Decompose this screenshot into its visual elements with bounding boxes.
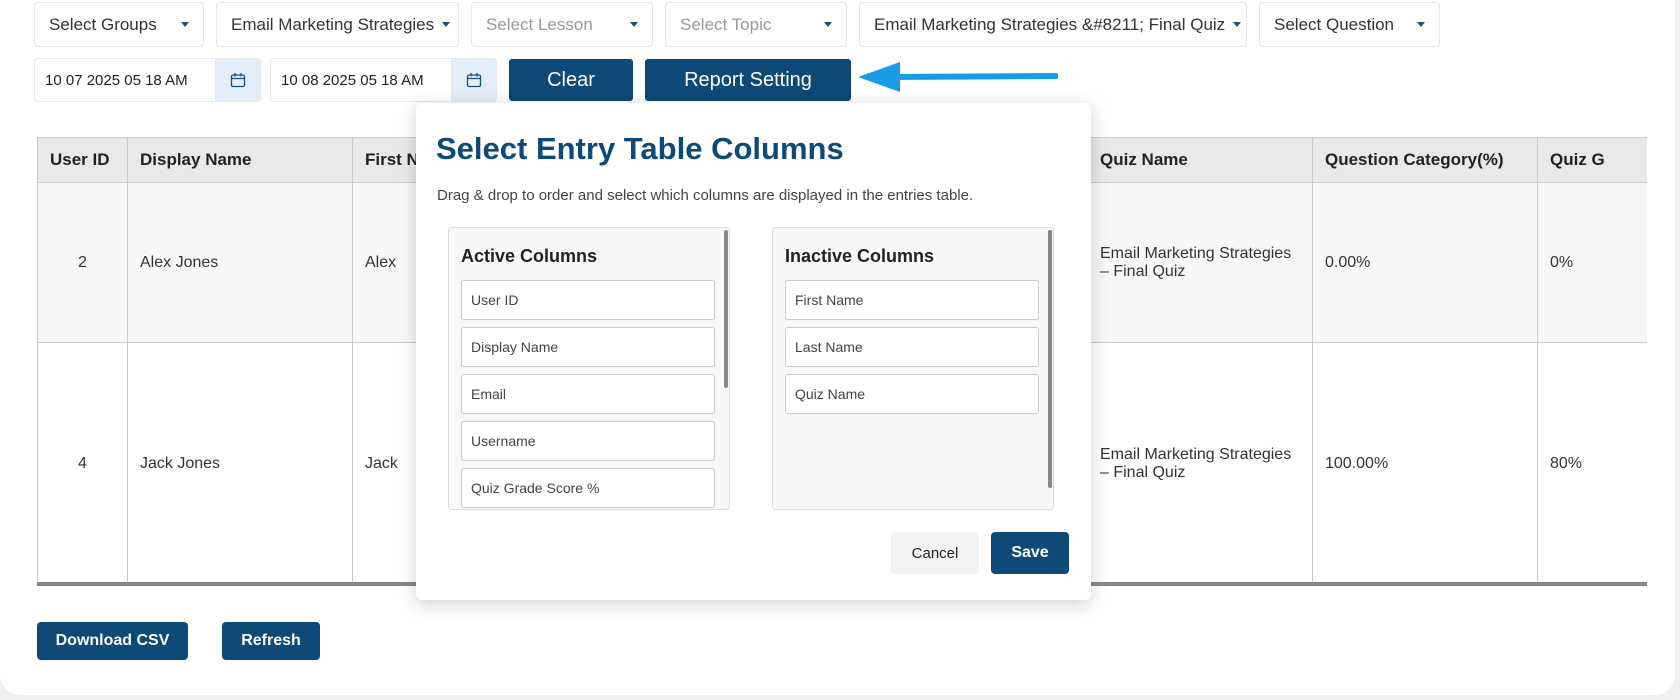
modal-description: Drag & drop to order and select which co… bbox=[437, 187, 974, 204]
caret-down-icon bbox=[442, 22, 451, 27]
active-columns-panel: Active Columns User ID Display Name Emai… bbox=[448, 227, 730, 510]
filter-bar: Select Groups Email Marketing Strategies… bbox=[34, 2, 1440, 47]
inactive-column-item[interactable]: Last Name bbox=[785, 327, 1039, 367]
clear-button[interactable]: Clear bbox=[509, 59, 633, 101]
topic-select[interactable]: Select Topic bbox=[665, 2, 847, 47]
cell-question-category: 100.00% bbox=[1312, 342, 1538, 582]
active-columns-title: Active Columns bbox=[461, 246, 598, 266]
question-select-label: Select Question bbox=[1274, 14, 1395, 34]
cell-quiz-name: Email Marketing Strategies – Final Quiz bbox=[1087, 182, 1313, 343]
cell-quiz-name: Email Marketing Strategies – Final Quiz bbox=[1087, 342, 1313, 582]
active-column-item[interactable]: Quiz Grade Score % bbox=[461, 468, 715, 508]
col-header-user-id[interactable]: User ID bbox=[37, 137, 128, 183]
caret-down-icon bbox=[1417, 22, 1425, 27]
date-row: 10 07 2025 05 18 AM 10 08 2025 05 18 AM … bbox=[34, 58, 851, 102]
end-date-picker[interactable]: 10 08 2025 05 18 AM bbox=[270, 58, 497, 102]
caret-down-icon bbox=[1233, 22, 1242, 27]
active-columns-list: User ID Display Name Email Username Quiz… bbox=[461, 280, 715, 509]
refresh-button[interactable]: Refresh bbox=[222, 622, 320, 660]
active-column-item[interactable]: Display Name bbox=[461, 327, 715, 367]
lesson-select-label: Select Lesson bbox=[486, 14, 593, 34]
column-settings-modal: Select Entry Table Columns Drag & drop t… bbox=[416, 103, 1091, 600]
course-select-label: Email Marketing Strategies bbox=[231, 14, 435, 34]
save-button[interactable]: Save bbox=[991, 532, 1069, 574]
calendar-icon[interactable] bbox=[451, 59, 496, 101]
groups-select-label: Select Groups bbox=[49, 14, 157, 34]
inactive-columns-panel: Inactive Columns First Name Last Name Qu… bbox=[772, 227, 1054, 510]
modal-actions: Cancel Save bbox=[891, 532, 1069, 574]
report-setting-button[interactable]: Report Setting bbox=[645, 59, 851, 101]
cell-quiz-grade: 0% bbox=[1537, 182, 1647, 343]
report-page: Select Groups Email Marketing Strategies… bbox=[0, 0, 1675, 695]
col-header-quiz-grade[interactable]: Quiz G bbox=[1537, 137, 1647, 183]
col-header-display-name[interactable]: Display Name bbox=[127, 137, 353, 183]
course-select[interactable]: Email Marketing Strategies bbox=[216, 2, 459, 47]
end-date-value[interactable]: 10 08 2025 05 18 AM bbox=[271, 59, 451, 101]
groups-select[interactable]: Select Groups bbox=[34, 2, 204, 47]
col-header-question-category[interactable]: Question Category(%) bbox=[1312, 137, 1538, 183]
cell-user-id: 2 bbox=[37, 182, 128, 343]
cancel-button[interactable]: Cancel bbox=[891, 532, 979, 574]
start-date-value[interactable]: 10 07 2025 05 18 AM bbox=[35, 59, 215, 101]
active-columns-scrollbar[interactable] bbox=[724, 230, 728, 388]
topic-select-label: Select Topic bbox=[680, 14, 772, 34]
inactive-column-item[interactable]: Quiz Name bbox=[785, 374, 1039, 414]
arrow-left-icon bbox=[858, 62, 1058, 92]
start-date-picker[interactable]: 10 07 2025 05 18 AM bbox=[34, 58, 261, 102]
bottom-actions: Download CSV Refresh bbox=[37, 622, 320, 660]
inactive-column-item[interactable]: First Name bbox=[785, 280, 1039, 320]
question-select[interactable]: Select Question bbox=[1259, 2, 1440, 47]
caret-down-icon bbox=[630, 22, 638, 27]
inactive-columns-list: First Name Last Name Quiz Name bbox=[785, 280, 1039, 421]
lesson-select[interactable]: Select Lesson bbox=[471, 2, 653, 47]
modal-title: Select Entry Table Columns bbox=[436, 131, 844, 166]
caret-down-icon bbox=[181, 22, 189, 27]
col-header-quiz-name[interactable]: Quiz Name bbox=[1087, 137, 1313, 183]
quiz-select-label: Email Marketing Strategies &#8211; Final… bbox=[874, 14, 1226, 34]
active-column-item[interactable]: User ID bbox=[461, 280, 715, 320]
cell-quiz-grade: 80% bbox=[1537, 342, 1647, 582]
active-column-item[interactable]: Username bbox=[461, 421, 715, 461]
inactive-columns-title: Inactive Columns bbox=[785, 246, 935, 266]
cell-user-id: 4 bbox=[37, 342, 128, 582]
inactive-columns-scrollbar[interactable] bbox=[1048, 230, 1052, 488]
cell-display-name: Alex Jones bbox=[127, 182, 353, 343]
active-column-item[interactable]: Email bbox=[461, 374, 715, 414]
cell-question-category: 0.00% bbox=[1312, 182, 1538, 343]
calendar-icon[interactable] bbox=[215, 59, 260, 101]
caret-down-icon bbox=[824, 22, 832, 27]
download-csv-button[interactable]: Download CSV bbox=[37, 622, 188, 660]
cell-display-name: Jack Jones bbox=[127, 342, 353, 582]
quiz-select[interactable]: Email Marketing Strategies &#8211; Final… bbox=[859, 2, 1247, 47]
